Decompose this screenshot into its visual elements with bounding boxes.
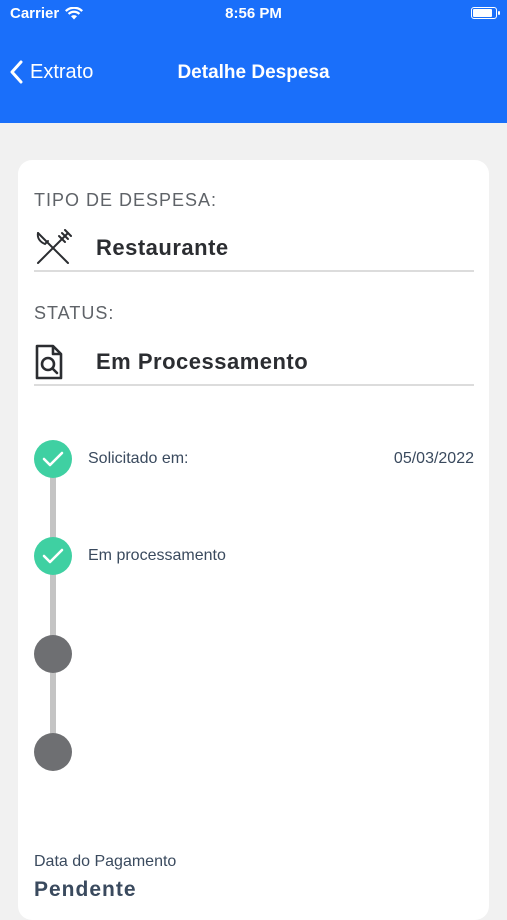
check-icon	[42, 451, 64, 467]
timeline-step-4-dot	[34, 733, 72, 771]
fork-knife-icon	[34, 229, 74, 267]
expense-type-label: TIPO DE DESPESA:	[34, 190, 218, 210]
payment-date-label: Data do Pagamento	[34, 853, 177, 870]
expense-type-value: Restaurante	[96, 235, 229, 260]
expense-detail-card: TIPO DE DESPESA: Restaurante STATUS: Em …	[18, 160, 489, 920]
timeline-step-2-label: Em processamento	[88, 547, 226, 564]
status-bar: Carrier 8:56 PM	[0, 0, 507, 30]
page-title: Detalhe Despesa	[177, 62, 330, 83]
status-time: 8:56 PM	[225, 5, 282, 22]
timeline-step-1-check	[34, 440, 72, 478]
timeline-step-2-check	[34, 537, 72, 575]
header: Carrier 8:56 PM Extrato Detalhe Despesa	[0, 0, 507, 123]
document-search-icon	[34, 344, 74, 380]
battery-icon	[471, 7, 500, 19]
timeline-step-3-dot	[34, 635, 72, 673]
timeline-step-1-label: Solicitado em:	[88, 450, 189, 467]
battery-level	[473, 9, 492, 17]
status-label: STATUS:	[34, 303, 115, 323]
expense-type-row: Restaurante	[34, 226, 474, 272]
payment-date-value: Pendente	[34, 878, 137, 901]
status-row: Em Processamento	[34, 340, 474, 386]
timeline-step-1-date: 05/03/2022	[393, 450, 474, 467]
timeline-line	[50, 459, 56, 752]
status-value: Em Processamento	[96, 349, 309, 374]
check-icon	[42, 548, 64, 564]
